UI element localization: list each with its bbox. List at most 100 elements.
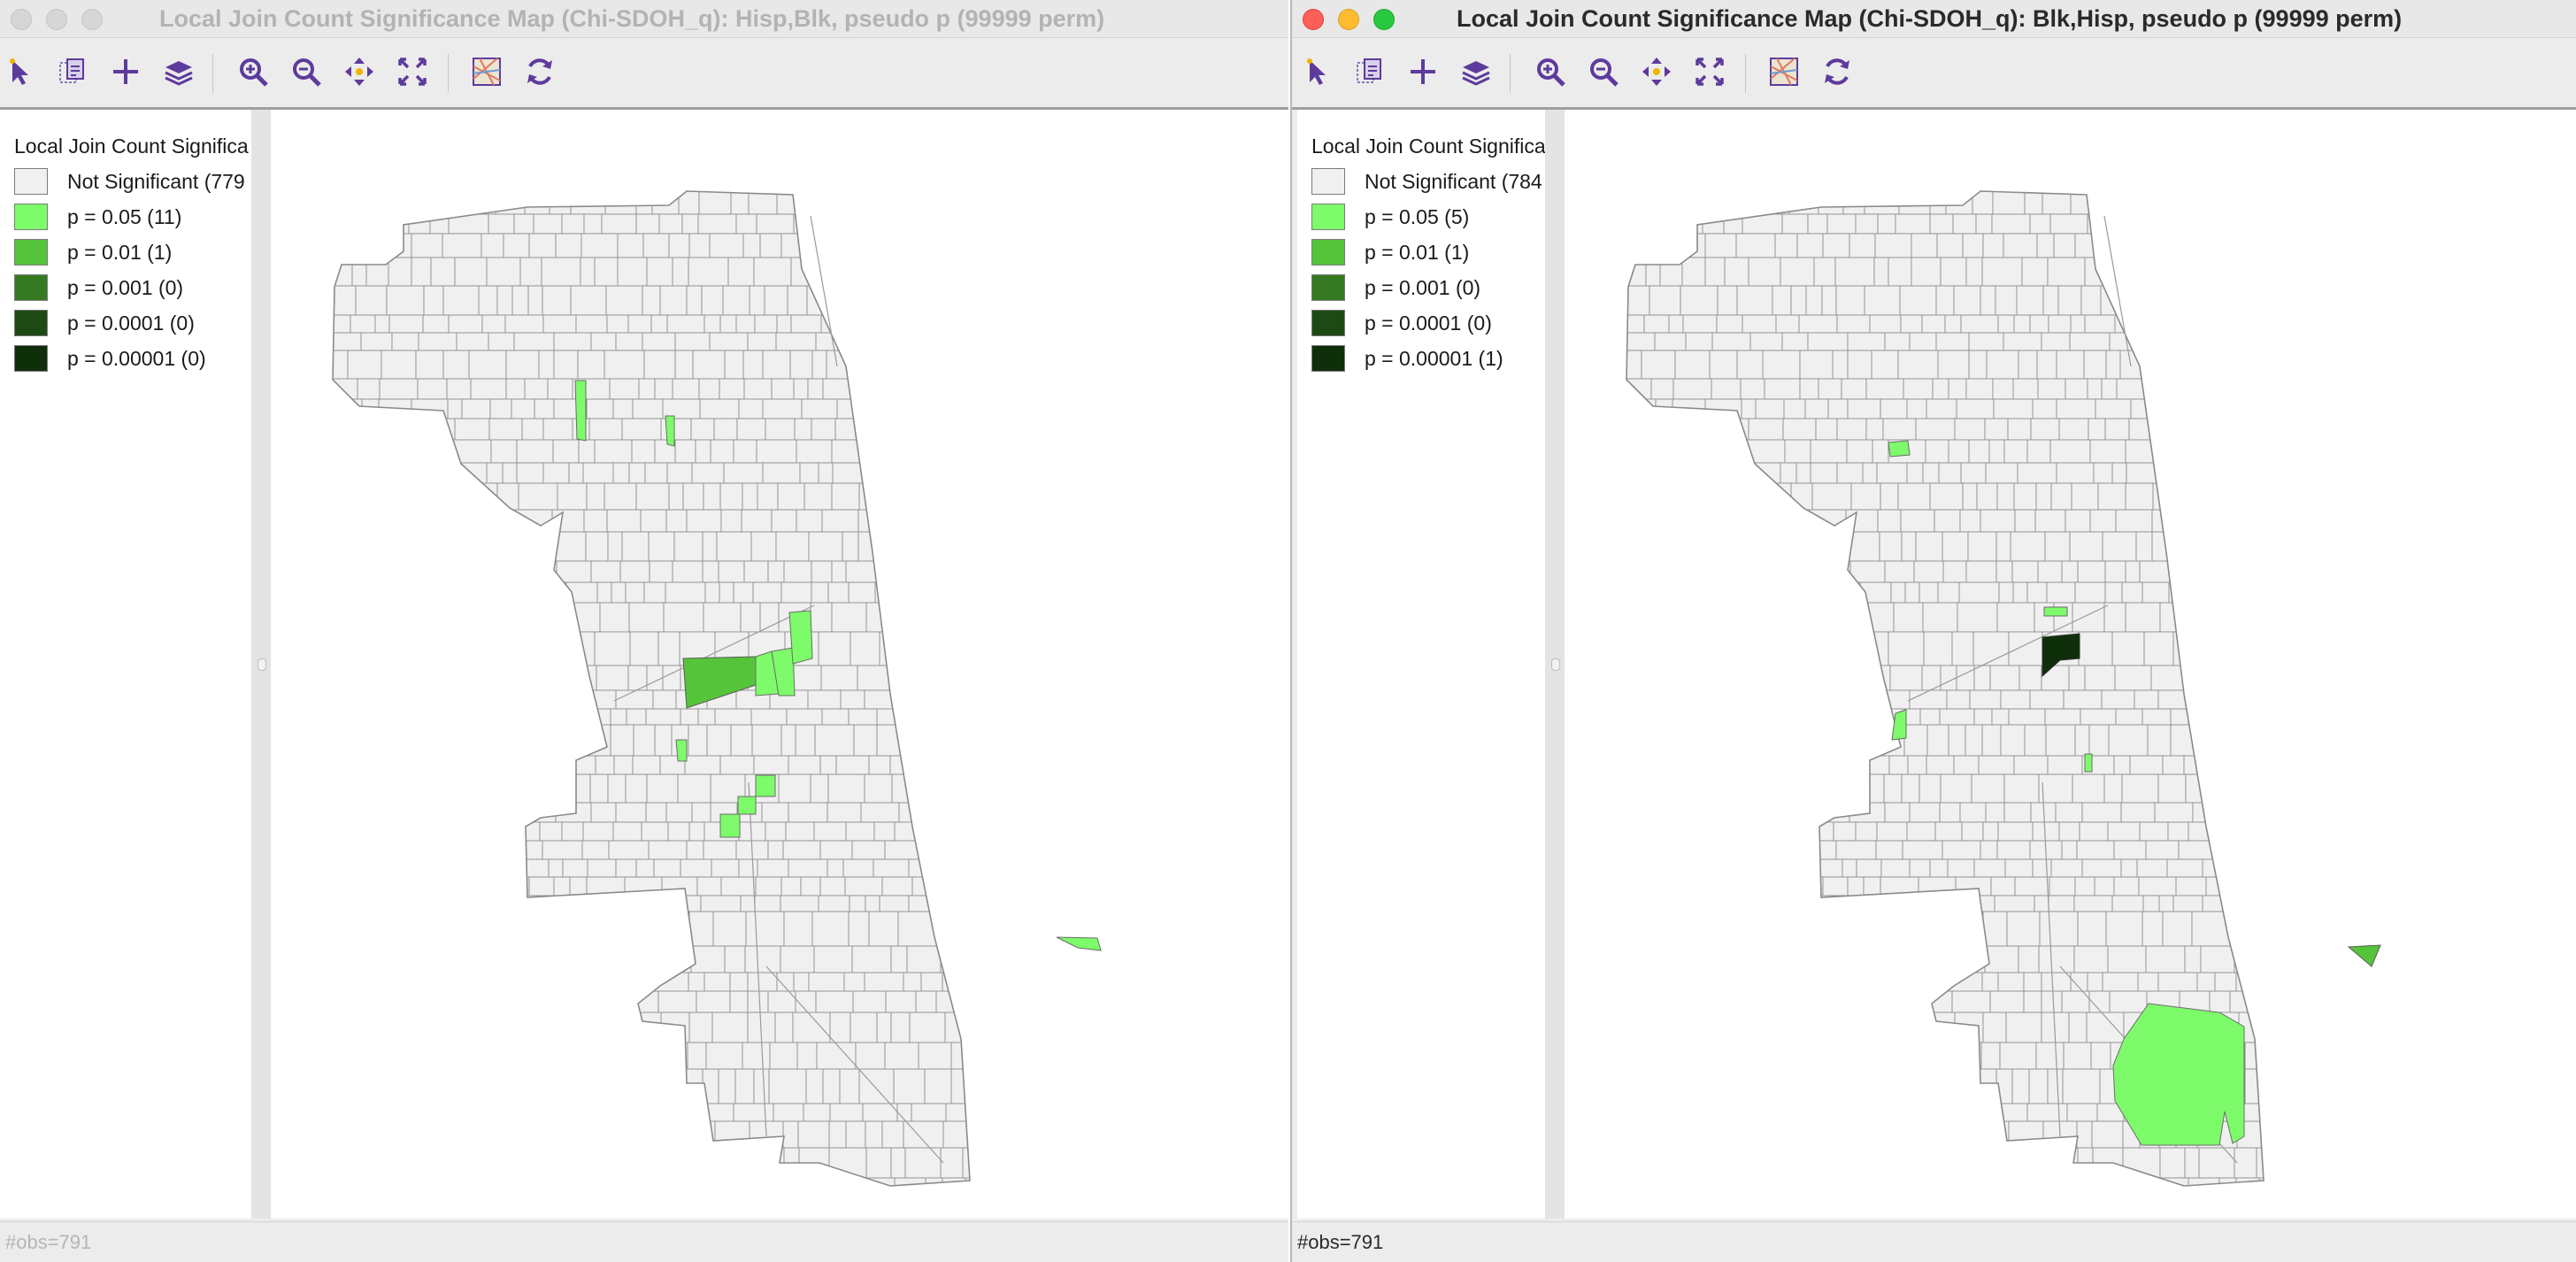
legend-swatch [14, 310, 48, 336]
map-toolbar [0, 38, 1288, 110]
add-layer-icon [110, 56, 142, 92]
basemap-button[interactable] [1766, 56, 1802, 91]
legend-panel: Local Join Count Significa Not Significa… [0, 110, 252, 1219]
legend-title: Local Join Count Significa [1311, 135, 1546, 158]
sig-tract[interactable] [675, 739, 688, 762]
sig-tract[interactable] [2347, 944, 2381, 967]
pan-icon [343, 56, 375, 92]
fit-extent-button[interactable] [1692, 56, 1727, 91]
toolbar-separator [1510, 54, 1511, 93]
minimize-window-button[interactable] [46, 9, 67, 30]
legend-swatch [1311, 345, 1345, 372]
legend-item-not-significant[interactable]: Not Significant (779 [14, 166, 245, 196]
select-layer-button[interactable] [1352, 56, 1388, 91]
legend-label: p = 0.001 (0) [1365, 275, 1481, 299]
splitter-handle[interactable] [1551, 658, 1560, 671]
sig-tract[interactable] [788, 610, 813, 665]
close-window-button[interactable] [11, 9, 32, 30]
select-icon [5, 56, 37, 92]
sig-tract[interactable] [719, 813, 741, 838]
obs-count: #obs=791 [1297, 1231, 1384, 1253]
legend-label: p = 0.05 (5) [1365, 204, 1470, 228]
zoom-in-icon [1534, 56, 1566, 92]
status-bar: #obs=791 [1292, 1221, 2576, 1262]
pan-button[interactable] [342, 56, 377, 91]
legend-label: p = 0.01 (1) [67, 240, 173, 264]
panel-splitter[interactable] [1545, 110, 1565, 1219]
legend-label: p = 0.0001 (0) [1365, 311, 1492, 335]
add-layer-icon [1407, 56, 1439, 92]
legend-item-p-001[interactable]: p = 0.01 (1) [14, 237, 172, 267]
legend-item-not-significant[interactable]: Not Significant (784 [1311, 166, 1542, 196]
layers-button[interactable] [1458, 56, 1494, 91]
layers-icon [1460, 56, 1492, 92]
splitter-handle[interactable] [258, 658, 266, 671]
basemap-button[interactable] [469, 56, 504, 91]
legend-swatch [14, 204, 48, 230]
window-titlebar[interactable]: Local Join Count Significance Map (Chi-S… [0, 0, 1288, 38]
refresh-button[interactable] [522, 56, 557, 91]
window-controls [11, 9, 103, 30]
legend-label: Not Significant (779 [67, 169, 245, 193]
legend-item-p-005[interactable]: p = 0.05 (5) [1311, 202, 1469, 232]
maximize-window-button[interactable] [1373, 9, 1395, 30]
toolbar-separator [448, 54, 449, 93]
select-button[interactable] [1301, 56, 1336, 91]
pan-button[interactable] [1639, 56, 1674, 91]
zoom-in-button[interactable] [1533, 56, 1568, 91]
sig-tract[interactable] [755, 774, 776, 797]
legend-item-p-001[interactable]: p = 0.01 (1) [1311, 237, 1469, 267]
sig-tract[interactable] [665, 415, 675, 447]
sig-tract[interactable] [737, 796, 757, 815]
toolbar-separator [1745, 54, 1746, 93]
chicago-tract-map[interactable] [1565, 110, 2576, 1219]
select-icon [1303, 56, 1334, 92]
zoom-out-button[interactable] [1586, 56, 1621, 91]
legend-item-p-00001[interactable]: p = 0.0001 (0) [1311, 308, 1492, 338]
fit-extent-button[interactable] [395, 56, 430, 91]
legend-title: Local Join Count Significa [14, 135, 249, 158]
layers-button[interactable] [161, 56, 196, 91]
select-layer-button[interactable] [55, 56, 90, 91]
legend-item-p-00001[interactable]: p = 0.0001 (0) [14, 308, 195, 338]
select-layer-icon [1354, 56, 1386, 92]
window-title: Local Join Count Significance Map (Chi-S… [1457, 5, 2403, 32]
panel-splitter[interactable] [251, 110, 271, 1219]
sig-tract[interactable] [574, 380, 587, 442]
sig-tract[interactable] [2043, 606, 2068, 617]
legend-item-p-000001[interactable]: p = 0.00001 (1) [1311, 343, 1503, 373]
minimize-window-button[interactable] [1338, 9, 1359, 30]
chicago-tract-map[interactable] [271, 110, 1288, 1219]
legend-item-p-0001[interactable]: p = 0.001 (0) [1311, 273, 1480, 303]
maximize-window-button[interactable] [81, 9, 103, 30]
layers-icon [163, 56, 195, 92]
select-button[interactable] [4, 56, 39, 91]
legend-swatch [14, 274, 48, 301]
legend-swatch [14, 239, 48, 265]
sig-tract[interactable] [2084, 753, 2093, 773]
close-window-button[interactable] [1303, 9, 1324, 30]
legend-swatch [14, 345, 48, 372]
sig-tract[interactable] [1888, 440, 1911, 458]
zoom-out-button[interactable] [288, 56, 324, 91]
add-button[interactable] [108, 56, 143, 91]
map-canvas[interactable] [271, 110, 1288, 1219]
zoom-out-icon [290, 56, 322, 92]
status-bar: #obs=791 [0, 1221, 1288, 1262]
add-button[interactable] [1405, 56, 1441, 91]
legend-label: p = 0.001 (0) [67, 275, 184, 299]
map-toolbar [1292, 38, 2576, 110]
map-canvas[interactable] [1565, 110, 2576, 1219]
legend-item-p-0001[interactable]: p = 0.001 (0) [14, 273, 183, 303]
legend-swatch [1311, 239, 1345, 265]
pan-icon [1641, 56, 1672, 92]
zoom-in-button[interactable] [235, 56, 271, 91]
fit-extent-icon [396, 56, 428, 92]
legend-swatch [14, 168, 48, 195]
legend-item-p-005[interactable]: p = 0.05 (11) [14, 202, 181, 232]
window-titlebar[interactable]: Local Join Count Significance Map (Chi-S… [1292, 0, 2576, 38]
legend-item-p-000001[interactable]: p = 0.00001 (0) [14, 343, 206, 373]
refresh-button[interactable] [1819, 56, 1855, 91]
select-layer-icon [57, 56, 88, 92]
sig-tract[interactable] [1056, 936, 1102, 951]
